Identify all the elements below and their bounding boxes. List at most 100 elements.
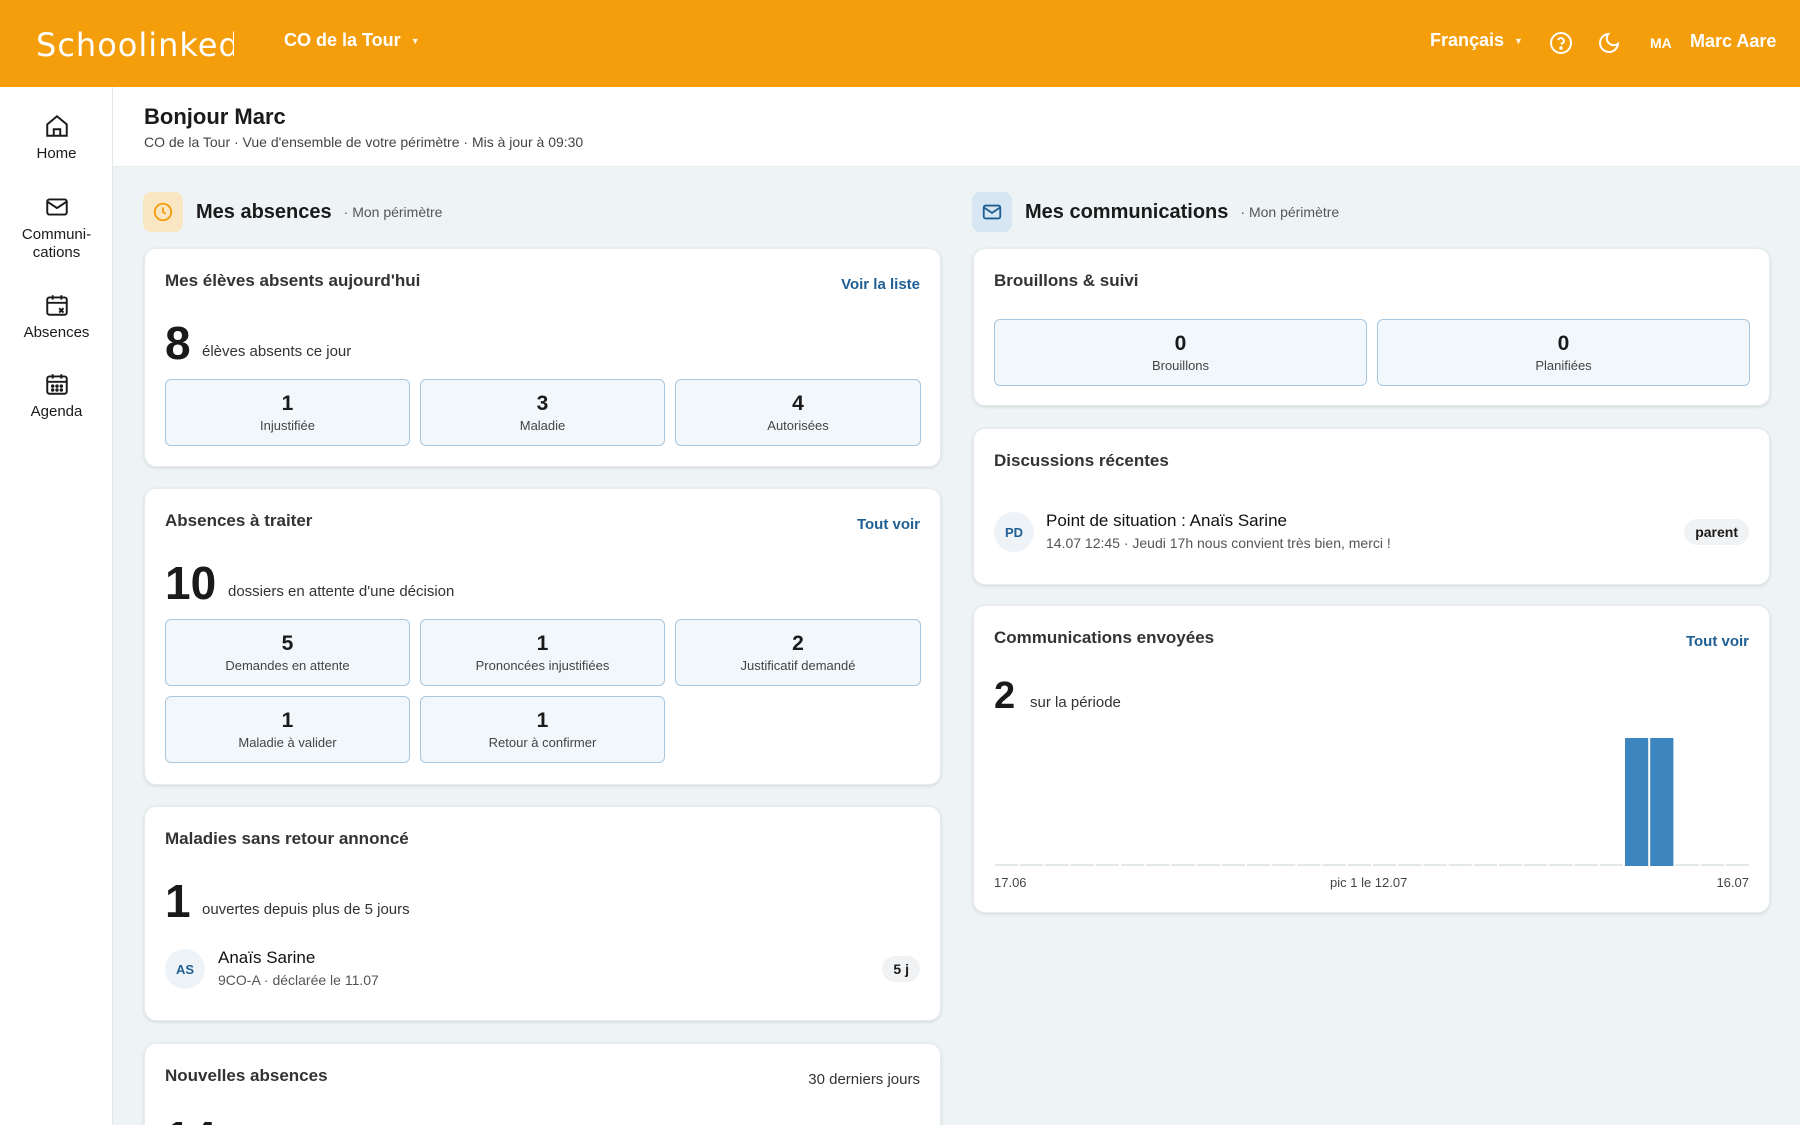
tile-label: Maladie à valider (238, 735, 337, 750)
tile-sick[interactable]: 3 Maladie (420, 379, 665, 446)
role-badge: parent (1684, 519, 1749, 545)
sidebar-item-label: Home (36, 145, 77, 162)
sidebar-item-home[interactable]: Home (0, 113, 113, 163)
school-name: CO de la Tour (284, 30, 401, 50)
absences-section-header: Mes absences · Mon périmètre (143, 192, 442, 232)
sidebar-item-label: Communi- cations (21, 226, 92, 261)
sidebar-item-communications[interactable]: Communi- cations (0, 194, 113, 262)
tile-value: 3 (536, 392, 549, 415)
chart-baseline-14.07 (1675, 864, 1699, 866)
page-title: Bonjour Marc (144, 104, 286, 129)
card-title: Brouillons & suivi (994, 271, 1139, 290)
tile-sick-to-validate[interactable]: 1 Maladie à valider (165, 696, 410, 763)
sick-count: 1 (165, 875, 191, 927)
chart-baseline-28.06 (1272, 864, 1296, 866)
axis-start-label: 17.06 (994, 875, 1027, 890)
tile-value: 2 (792, 632, 804, 655)
tile-label: Autorisées (767, 418, 829, 433)
sent-chart (995, 738, 1749, 866)
svg-text:Schoolinked: Schoolinked (36, 26, 234, 64)
school-select[interactable]: CO de la Tour ▼ (284, 30, 420, 51)
card-title: Mes élèves absents aujourd'hui (165, 271, 421, 290)
to-process-count-label: dossiers en attente d'une décision (228, 583, 455, 600)
tile-authorized[interactable]: 4 Autorisées (675, 379, 921, 446)
user-name[interactable]: Marc Aare (1690, 31, 1776, 52)
chevron-down-icon: ▼ (410, 35, 420, 46)
chart-baseline-04.07 (1423, 864, 1447, 866)
avatar: AS (165, 949, 205, 989)
view-list-link[interactable]: Voir la liste (841, 276, 920, 293)
chart-baseline-21.06 (1095, 864, 1119, 866)
clock-icon (143, 192, 183, 232)
chart-baseline-01.07 (1347, 864, 1371, 866)
chart-baseline-10.07 (1574, 864, 1598, 866)
chart-baseline-29.06 (1297, 864, 1321, 866)
sick-count-label: ouvertes depuis plus de 5 jours (202, 901, 410, 918)
tile-value: 5 (281, 632, 294, 655)
sidebar-item-label: Agenda (30, 403, 83, 420)
sent-count: 2 (994, 675, 1016, 717)
chart-baseline-26.06 (1221, 864, 1245, 866)
tile-pending-requests[interactable]: 5 Demandes en attente (165, 619, 410, 686)
chart-baseline-03.07 (1398, 864, 1422, 866)
chart-baseline-02.07 (1373, 864, 1397, 866)
discussion-detail: 14.07 12:45 · Jeudi 17h nous convient tr… (1046, 535, 1391, 551)
tile-unjustified[interactable]: 1 Injustifiée (165, 379, 410, 446)
chart-baseline-20.06 (1070, 864, 1094, 866)
help-icon[interactable] (1548, 30, 1574, 56)
period-label: 30 derniers jours (808, 1071, 920, 1088)
tile-label: Retour à confirmer (488, 735, 597, 750)
tile-label: Maladie (519, 418, 566, 433)
tile-scheduled[interactable]: 0 Planifiées (1377, 319, 1750, 386)
chevron-down-icon: ▼ (1514, 35, 1523, 46)
section-title: Mes communications (1025, 200, 1229, 223)
tile-value: 0 (1557, 332, 1570, 355)
tile-label: Justificatif demandé (740, 658, 856, 673)
tile-drafts[interactable]: 0 Brouillons (994, 319, 1367, 386)
chart-bar-12.07[interactable] (1625, 738, 1649, 866)
absent-count: 8 (165, 317, 191, 369)
tile-proof-requested[interactable]: 2 Justificatif demandé (675, 619, 921, 686)
chart-baseline-05.07 (1448, 864, 1472, 866)
sick-no-return-card: Maladies sans retour annoncé 1 ouvertes … (144, 806, 941, 1021)
card-title: Nouvelles absences (165, 1066, 328, 1085)
tile-label: Brouillons (1151, 358, 1210, 373)
chart-baseline-11.07 (1599, 864, 1623, 866)
chart-baseline-09.07 (1549, 864, 1573, 866)
card-title: Absences à traiter (165, 511, 313, 530)
calendar-x-icon (45, 295, 68, 316)
discussion-title[interactable]: Point de situation : Anaïs Sarine (1046, 511, 1287, 531)
new-absences-card: Nouvelles absences 30 derniers jours 14 (144, 1043, 941, 1125)
tile-value: 0 (1174, 332, 1187, 355)
see-all-link[interactable]: Tout voir (857, 516, 920, 533)
tile-value: 1 (281, 392, 294, 415)
chart-baseline-22.06 (1121, 864, 1145, 866)
top-bar: Schoolinked CO de la Tour ▼ Français ▼ M… (0, 0, 1800, 87)
sidebar-item-label: Absences (23, 324, 90, 341)
chart-baseline-30.06 (1322, 864, 1346, 866)
tile-label: Planifiées (1535, 358, 1592, 373)
section-scope: · Mon périmètre (1240, 204, 1340, 220)
chart-baseline-08.07 (1524, 864, 1548, 866)
student-name[interactable]: Anaïs Sarine (218, 948, 315, 968)
logo[interactable]: Schoolinked (34, 22, 234, 66)
avatar: PD (994, 512, 1034, 552)
sidebar-item-agenda[interactable]: Agenda (0, 371, 113, 421)
tile-value: 1 (536, 632, 549, 655)
chart-baseline-27.06 (1247, 864, 1271, 866)
communications-section-header: Mes communications · Mon périmètre (972, 192, 1339, 232)
home-icon (45, 114, 68, 137)
see-all-link[interactable]: Tout voir (1686, 633, 1749, 650)
chart-bar-13.07[interactable] (1650, 738, 1674, 866)
tile-declared-unjustified[interactable]: 1 Prononcées injustifiées (420, 619, 665, 686)
sent-communications-card: Communications envoyées Tout voir 2 sur … (973, 605, 1770, 913)
dark-mode-icon[interactable] (1596, 30, 1622, 56)
language-select[interactable]: Français ▼ (1430, 30, 1523, 51)
sidebar-item-absences[interactable]: Absences (0, 292, 113, 342)
chart-baseline-07.07 (1499, 864, 1523, 866)
tile-value: 1 (536, 709, 549, 732)
user-initials[interactable]: MA (1650, 35, 1672, 51)
chart-baseline-17.06 (995, 864, 1019, 866)
sent-count-label: sur la période (1030, 694, 1121, 711)
tile-return-to-confirm[interactable]: 1 Retour à confirmer (420, 696, 665, 763)
